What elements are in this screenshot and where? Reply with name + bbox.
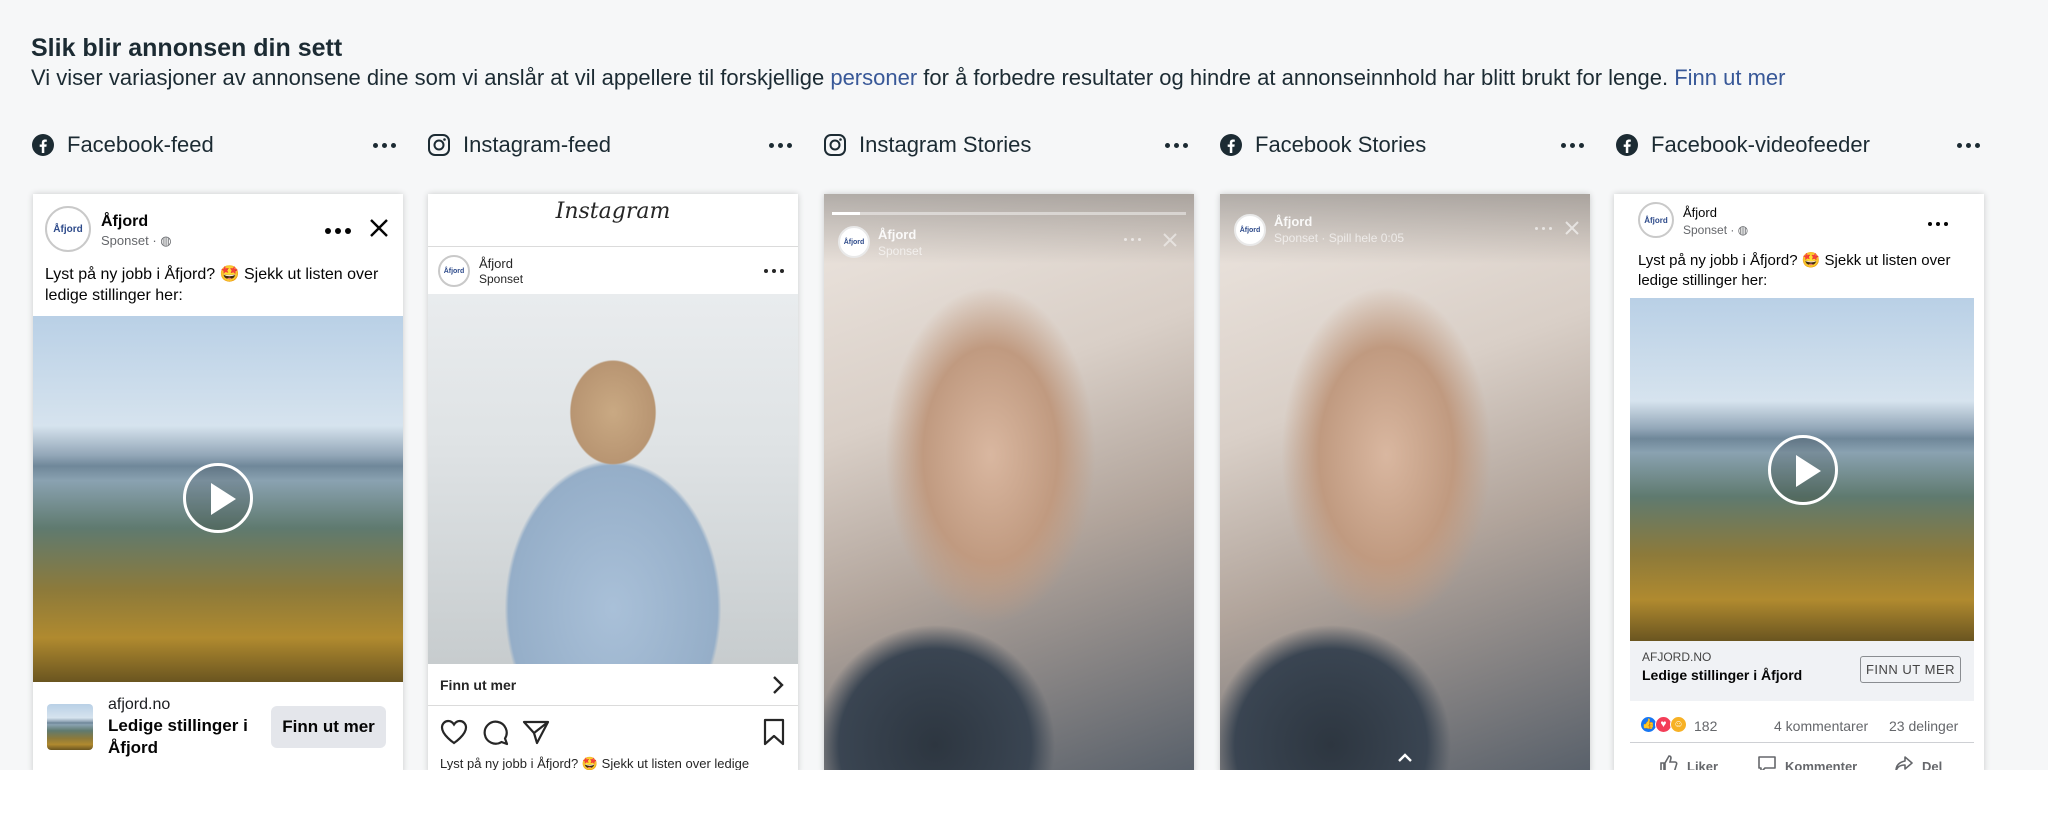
globe-icon: ◍ [1737, 223, 1749, 237]
instagram-stories-preview: Åfjord Åfjord Sponset [824, 194, 1194, 770]
placement-label: Instagram-feed [463, 132, 611, 157]
ad-video[interactable] [33, 316, 403, 682]
close-icon[interactable] [1162, 232, 1178, 253]
placement-label: Instagram Stories [859, 132, 1032, 157]
link-headline: Ledige stillinger i Åfjord [108, 716, 248, 757]
page-name: Åfjord [479, 256, 513, 271]
placement-facebook-stories: Facebook Stories [1219, 128, 1589, 162]
more-options-button[interactable] [1951, 128, 1985, 162]
cta-button[interactable]: Finn ut mer [271, 706, 386, 748]
sponsored-label: Sponset [878, 244, 923, 258]
placement-instagram-feed: Instagram-feed [427, 128, 797, 162]
haha-reaction-icon: ☺ [1670, 716, 1687, 733]
section-description: Vi viser variasjoner av annonsene dine s… [31, 65, 1785, 91]
share-icon[interactable] [522, 719, 550, 750]
play-icon[interactable] [1768, 435, 1838, 505]
page-name: Åfjord [1274, 214, 1313, 229]
facebook-icon [1615, 133, 1639, 157]
comment-icon[interactable] [482, 719, 509, 751]
placement-label: Facebook-feed [67, 132, 214, 157]
ad-preview-panel: Slik blir annonsen din sett Vi viser var… [0, 0, 2048, 770]
ad-video[interactable] [1630, 298, 1974, 641]
shares-count[interactable]: 23 delinger [1889, 718, 1958, 734]
page-name: Åfjord [1683, 205, 1717, 220]
reactions-count[interactable]: 182 [1694, 718, 1717, 734]
page-avatar: Åfjord [438, 255, 470, 287]
more-options-button[interactable] [1159, 128, 1193, 162]
comment-button[interactable]: Kommenter [1757, 754, 1857, 770]
sponsored-label: Sponset [479, 272, 524, 286]
more-icon[interactable] [764, 269, 784, 273]
chevron-right-icon [772, 675, 784, 700]
thumbnail-image [47, 704, 93, 750]
primary-text: Lyst på ny jobb i Åfjord? 🤩 Sjekk ut lis… [45, 266, 379, 304]
link-bar[interactable]: AFJORD.NO Ledige stillinger i Åfjord FIN… [1630, 641, 1974, 701]
progress-fill [832, 212, 861, 215]
instagram-icon [823, 133, 847, 157]
instagram-feed-preview: Instagram Åfjord Åfjord Sponset Finn ut … [428, 194, 798, 770]
page-name: Åfjord [101, 213, 149, 230]
more-icon[interactable] [1124, 238, 1141, 241]
share-button[interactable]: Del [1894, 754, 1942, 770]
cta-bar[interactable]: Finn ut mer [428, 664, 798, 706]
sponsored-label: Sponset · ◍ [1683, 223, 1749, 237]
placement-facebook-videofeeds: Facebook-videofeeder [1615, 128, 1985, 162]
bookmark-icon[interactable] [762, 718, 786, 751]
facebook-icon [31, 133, 55, 157]
comment-icon [1757, 754, 1777, 770]
cta-label: Finn ut mer [440, 677, 517, 693]
more-options-button[interactable] [367, 128, 401, 162]
instagram-icon [427, 133, 451, 157]
play-icon[interactable] [183, 463, 253, 533]
close-icon[interactable] [369, 218, 389, 243]
globe-icon: ◍ [160, 233, 172, 248]
facebook-feed-preview: Åfjord Åfjord Sponset · ◍ Lyst på ny job… [33, 194, 403, 770]
like-button[interactable]: Liker [1659, 754, 1718, 770]
placement-facebook-feed: Facebook-feed [31, 128, 401, 162]
cta-button[interactable]: FINN UT MER [1860, 656, 1961, 683]
more-options-button[interactable] [1555, 128, 1589, 162]
link-headline: Ledige stillinger i Åfjord [1642, 667, 1803, 683]
page-avatar: Åfjord [1234, 214, 1266, 246]
instagram-logo: Instagram [555, 199, 671, 224]
link-domain: afjord.no [108, 696, 171, 713]
learn-more-link[interactable]: Finn ut mer [1674, 65, 1785, 90]
comments-count[interactable]: 4 kommentarer [1774, 718, 1868, 734]
progress-bar [832, 212, 1186, 215]
placement-label: Facebook Stories [1255, 132, 1427, 157]
heart-icon[interactable] [440, 719, 468, 750]
page-avatar: Åfjord [1638, 202, 1674, 238]
link-domain: AFJORD.NO [1642, 650, 1712, 664]
share-icon [1894, 754, 1914, 770]
ad-image [428, 294, 798, 664]
primary-text: Lyst på ny jobb i Åfjord? 🤩 Sjekk ut lis… [1638, 252, 1951, 289]
sponsored-label: Sponset · ◍ [101, 233, 172, 248]
chevron-up-icon[interactable] [1397, 750, 1413, 768]
page-avatar: Åfjord [838, 226, 870, 258]
more-options-button[interactable] [763, 128, 797, 162]
facebook-icon [1219, 133, 1243, 157]
description-text-1: Vi viser variasjoner av annonsene dine s… [31, 65, 831, 90]
more-icon[interactable] [1928, 222, 1948, 226]
placement-label: Facebook-videofeeder [1651, 132, 1870, 157]
more-icon[interactable] [325, 228, 351, 234]
caption-text: Lyst på ny jobb i Åfjord? 🤩 Sjekk ut lis… [440, 756, 750, 770]
section-title: Slik blir annonsen din sett [31, 34, 343, 62]
thumbs-up-icon [1659, 754, 1679, 770]
description-text-2: for å forbedre resultater og hindre at a… [917, 65, 1675, 90]
more-icon[interactable] [1535, 227, 1552, 230]
facebook-videofeeds-preview: Åfjord Åfjord Sponset · ◍ Lyst på ny job… [1614, 194, 1984, 770]
page-avatar: Åfjord [45, 206, 91, 252]
placement-instagram-stories: Instagram Stories [823, 128, 1193, 162]
personer-link[interactable]: personer [830, 65, 917, 90]
sponsored-label: Sponset · Spill hele 0:05 [1274, 231, 1405, 245]
facebook-stories-preview: Åfjord Åfjord Sponset · Spill hele 0:05 [1220, 194, 1590, 770]
page-name: Åfjord [878, 227, 917, 242]
close-icon[interactable] [1564, 220, 1580, 241]
